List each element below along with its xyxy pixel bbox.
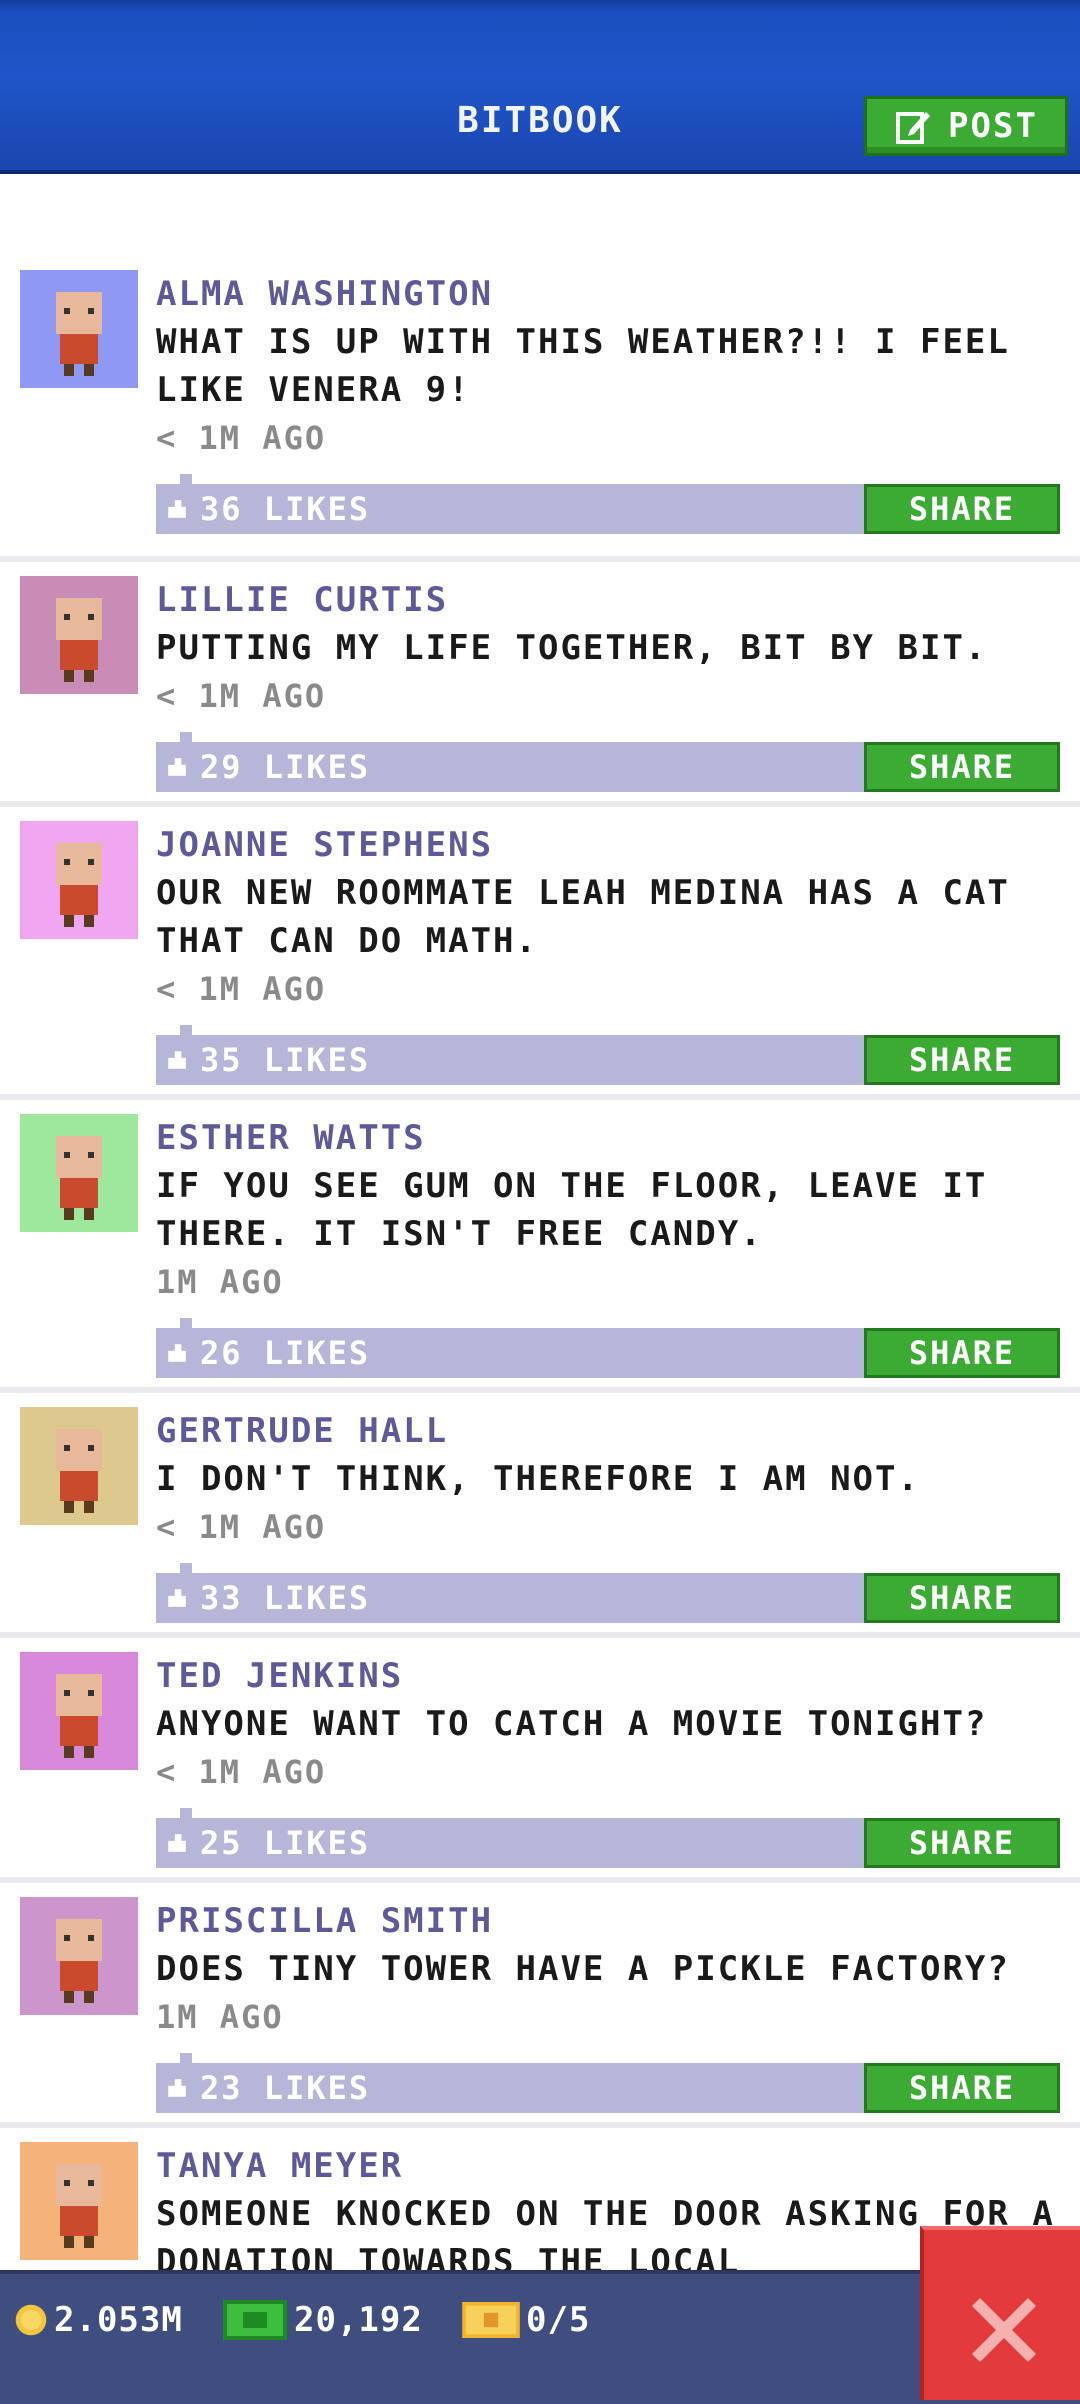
likes-bar: 35 LIKES SHARE xyxy=(156,1025,1060,1085)
likes-count: 25 LIKES xyxy=(200,1824,371,1862)
bux-icon xyxy=(223,2300,287,2340)
post-time: < 1M AGO xyxy=(156,970,327,1008)
likes-count: 23 LIKES xyxy=(200,2069,371,2107)
post-time: 1M AGO xyxy=(156,1998,284,2036)
likes-count: 26 LIKES xyxy=(200,1334,371,1372)
thumb-icon xyxy=(168,2079,186,2097)
post-author[interactable]: JOANNE STEPHENS xyxy=(156,821,1066,869)
avatar xyxy=(20,1114,138,1232)
post-time: < 1M AGO xyxy=(156,1753,327,1791)
post-author[interactable]: GERTRUDE HALL xyxy=(156,1407,1066,1455)
share-button[interactable]: SHARE xyxy=(864,484,1060,534)
post-message: WHAT IS UP WITH THIS WEATHER?!! I FEEL L… xyxy=(156,322,1010,410)
share-button[interactable]: SHARE xyxy=(864,2063,1060,2113)
avatar xyxy=(20,1652,138,1770)
post-time: < 1M AGO xyxy=(156,677,327,715)
share-button[interactable]: SHARE xyxy=(864,1328,1060,1378)
feed-post: JOANNE STEPHENS OUR NEW ROOMMATE LEAH ME… xyxy=(0,807,1080,1100)
post-button[interactable]: POST xyxy=(864,96,1068,156)
thumb-icon xyxy=(168,1344,186,1362)
post-author[interactable]: TED JENKINS xyxy=(156,1652,1066,1700)
avatar xyxy=(20,2142,138,2260)
likes-count: 29 LIKES xyxy=(200,748,371,786)
status-bar: 2.053M 20,192 0/5 xyxy=(0,2270,1080,2404)
close-button[interactable] xyxy=(920,2226,1080,2400)
likes-count: 35 LIKES xyxy=(200,1041,371,1079)
app-header: BITBOOK POST xyxy=(0,0,1080,174)
share-button[interactable]: SHARE xyxy=(864,1035,1060,1085)
post-time: < 1M AGO xyxy=(156,419,327,457)
post-author[interactable]: LILLIE CURTIS xyxy=(156,576,1066,624)
likes-bar: 25 LIKES SHARE xyxy=(156,1808,1060,1868)
likes-bar: 29 LIKES SHARE xyxy=(156,732,1060,792)
feed-list: ALMA WASHINGTON WHAT IS UP WITH THIS WEA… xyxy=(0,270,1080,2288)
coin-icon xyxy=(15,2304,47,2336)
bux-value: 20,192 xyxy=(294,2300,423,2340)
post-time: < 1M AGO xyxy=(156,1508,327,1546)
likes-bar: 33 LIKES SHARE xyxy=(156,1563,1060,1623)
close-icon xyxy=(972,2298,1036,2362)
feed-post: GERTRUDE HALL I DON'T THINK, THEREFORE I… xyxy=(0,1393,1080,1638)
post-message: DOES TINY TOWER HAVE A PICKLE FACTORY? xyxy=(156,1949,1010,1989)
post-author[interactable]: ALMA WASHINGTON xyxy=(156,270,1066,318)
likes-count: 33 LIKES xyxy=(200,1579,371,1617)
post-message: OUR NEW ROOMMATE LEAH MEDINA HAS A CAT T… xyxy=(156,873,1010,961)
share-button[interactable]: SHARE xyxy=(864,742,1060,792)
thumb-icon xyxy=(168,1051,186,1069)
feed-post: PRISCILLA SMITH DOES TINY TOWER HAVE A P… xyxy=(0,1883,1080,2128)
thumb-icon xyxy=(168,1589,186,1607)
likes-bar: 23 LIKES SHARE xyxy=(156,2053,1060,2113)
feed-post: LILLIE CURTIS PUTTING MY LIFE TOGETHER, … xyxy=(0,562,1080,807)
feed-post: TED JENKINS ANYONE WANT TO CATCH A MOVIE… xyxy=(0,1638,1080,1883)
share-button[interactable]: SHARE xyxy=(864,1818,1060,1868)
post-author[interactable]: ESTHER WATTS xyxy=(156,1114,1066,1162)
post-message: ANYONE WANT TO CATCH A MOVIE TONIGHT? xyxy=(156,1704,988,1744)
post-time: 1M AGO xyxy=(156,1263,284,1301)
likes-count: 36 LIKES xyxy=(200,490,371,528)
share-button[interactable]: SHARE xyxy=(864,1573,1060,1623)
coins-stat: 2.053M xyxy=(14,2298,183,2342)
avatar xyxy=(20,1897,138,2015)
avatar xyxy=(20,821,138,939)
likes-bar: 26 LIKES SHARE xyxy=(156,1318,1060,1378)
avatar xyxy=(20,576,138,694)
coins-value: 2.053M xyxy=(54,2300,183,2340)
tickets-stat: 0/5 xyxy=(462,2298,590,2342)
feed-post: ALMA WASHINGTON WHAT IS UP WITH THIS WEA… xyxy=(0,270,1080,562)
tickets-value: 0/5 xyxy=(526,2300,591,2340)
bux-stat: 20,192 xyxy=(222,2298,423,2342)
thumb-icon xyxy=(168,758,186,776)
thumb-icon xyxy=(168,500,186,518)
thumb-icon xyxy=(168,1834,186,1852)
likes-bar: 36 LIKES SHARE xyxy=(156,474,1060,534)
edit-icon xyxy=(896,112,931,144)
ticket-icon xyxy=(462,2302,520,2338)
post-button-label: POST xyxy=(948,106,1038,146)
avatar xyxy=(20,1407,138,1525)
post-author[interactable]: PRISCILLA SMITH xyxy=(156,1897,1066,1945)
post-message: PUTTING MY LIFE TOGETHER, BIT BY BIT. xyxy=(156,628,988,668)
feed-post: ESTHER WATTS IF YOU SEE GUM ON THE FLOOR… xyxy=(0,1100,1080,1393)
feed-post: TANYA MEYER SOMEONE KNOCKED ON THE DOOR … xyxy=(0,2128,1080,2288)
post-message: I DON'T THINK, THEREFORE I AM NOT. xyxy=(156,1459,920,1499)
avatar xyxy=(20,270,138,388)
post-message: IF YOU SEE GUM ON THE FLOOR, LEAVE IT TH… xyxy=(156,1166,988,1254)
post-author[interactable]: TANYA MEYER xyxy=(156,2142,1066,2190)
